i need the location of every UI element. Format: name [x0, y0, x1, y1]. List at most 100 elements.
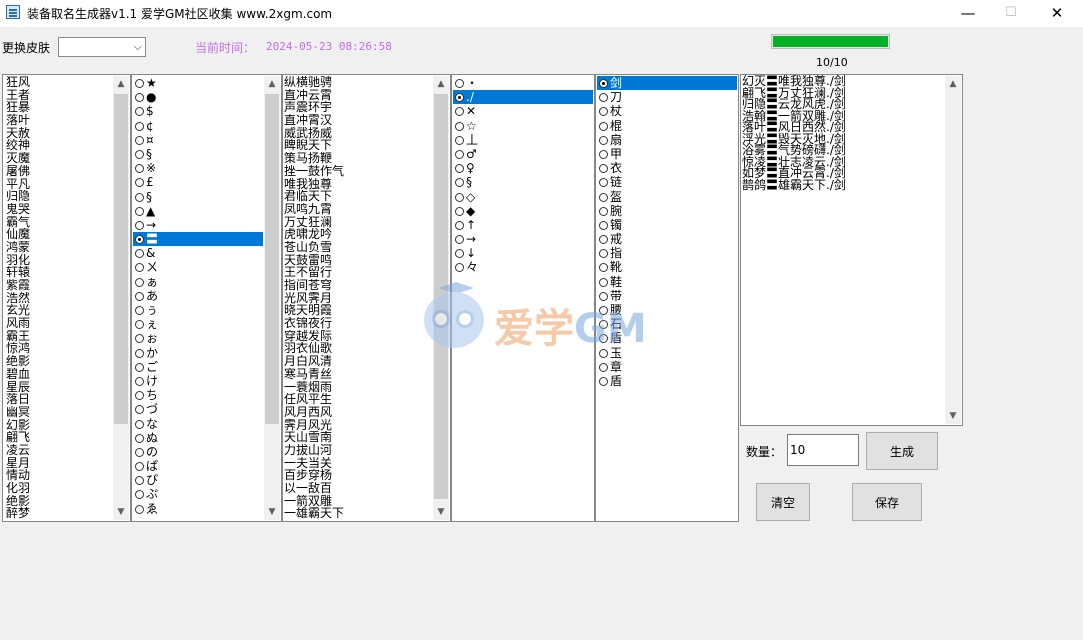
connector-option[interactable]: ./	[453, 90, 593, 105]
type-option[interactable]: 杖	[597, 104, 737, 118]
prefix-item[interactable]: 归隐	[4, 190, 112, 203]
save-button[interactable]: 保存	[852, 483, 922, 521]
name-item[interactable]: 羽衣仙歌	[284, 342, 432, 355]
name-item[interactable]: 光风霁月	[284, 292, 432, 305]
symbol-option[interactable]: ぬ	[133, 431, 263, 445]
symbol-option[interactable]: §	[133, 190, 263, 204]
name-item[interactable]: 天山雪南	[284, 431, 432, 444]
symbol-option[interactable]: §	[133, 147, 263, 161]
radio-icon[interactable]	[599, 362, 608, 372]
scroll-down-icon[interactable]: ▼	[113, 504, 129, 520]
name-item[interactable]: 唯我独尊	[284, 178, 432, 191]
symbol-option[interactable]: づ	[133, 402, 263, 416]
scroll-up-icon[interactable]: ▲	[264, 76, 280, 92]
prefix-item[interactable]: 狂暴	[4, 101, 112, 114]
symbol-option[interactable]: &	[133, 246, 263, 260]
prefix-item[interactable]: 霸王	[4, 330, 112, 343]
type-option[interactable]: 镯	[597, 218, 737, 232]
radio-icon[interactable]	[455, 121, 464, 131]
radio-icon[interactable]	[135, 462, 144, 472]
connector-option[interactable]: ↑	[453, 218, 593, 232]
prefix-list[interactable]: 狂风 王者 狂暴 落叶 天赦 绞神 灭魔 屠佛 平凡 归隐 鬼哭 霸气 仙魔 鸿蒙 羽化 轩辕 紫霞 浩然 玄光 风雨…	[2, 74, 131, 522]
type-option[interactable]: 链	[597, 175, 737, 189]
prefix-item[interactable]: 绞神	[4, 139, 112, 152]
radio-icon[interactable]	[599, 93, 608, 103]
symbol-option[interactable]: ぱ	[133, 459, 263, 473]
prefix-item[interactable]: 天赦	[4, 127, 112, 140]
radio-icon[interactable]	[135, 93, 144, 103]
radio-icon[interactable]	[455, 178, 464, 188]
symbol-option[interactable]: ●	[133, 90, 263, 104]
symbol-option[interactable]: ★	[133, 76, 263, 90]
prefix-item[interactable]: 轩辕	[4, 266, 112, 279]
radio-icon[interactable]	[455, 79, 464, 88]
radio-icon[interactable]	[455, 206, 464, 216]
symbol-option[interactable]: ぇ	[133, 317, 263, 331]
radio-icon[interactable]	[135, 249, 144, 259]
radio-icon[interactable]	[455, 135, 464, 145]
radio-icon[interactable]	[599, 249, 608, 259]
radio-icon[interactable]	[135, 348, 144, 358]
connector-option[interactable]: ↓	[453, 246, 593, 260]
prefix-item[interactable]: 落叶	[4, 114, 112, 127]
name-item[interactable]: 穿越发际	[284, 330, 432, 343]
symbol-option[interactable]: ぴ	[133, 473, 263, 487]
type-option[interactable]: 棍	[597, 119, 737, 133]
prefix-item[interactable]: 王者	[4, 89, 112, 102]
prefix-item[interactable]: 落日	[4, 393, 112, 406]
prefix-item[interactable]: 鸿蒙	[4, 241, 112, 254]
radio-icon[interactable]	[135, 419, 144, 429]
scroll-down-icon[interactable]: ▼	[264, 504, 280, 520]
name-item[interactable]: 万丈狂澜	[284, 216, 432, 229]
prefix-item[interactable]: 化羽	[4, 482, 112, 495]
type-option[interactable]: 剑	[597, 76, 737, 91]
radio-icon[interactable]	[135, 376, 144, 386]
scroll-down-icon[interactable]: ▼	[945, 408, 961, 424]
connector-option[interactable]: ・	[453, 76, 593, 90]
connector-option[interactable]: ◆	[453, 204, 593, 218]
prefix-item[interactable]: 绝影	[4, 355, 112, 368]
radio-icon[interactable]	[135, 164, 144, 174]
radio-icon[interactable]	[135, 107, 144, 117]
name-item[interactable]: 风月西风	[284, 406, 432, 419]
name-item[interactable]: 策马扬鞭	[284, 152, 432, 165]
prefix-item[interactable]: 凌云	[4, 444, 112, 457]
name-item[interactable]: 霁月风光	[284, 419, 432, 432]
radio-icon[interactable]	[135, 263, 144, 273]
type-option[interactable]: 盔	[597, 190, 737, 204]
prefix-item[interactable]: 霸气	[4, 216, 112, 229]
name-item[interactable]: 力拔山河	[284, 444, 432, 457]
prefix-item[interactable]: 醉梦	[4, 507, 112, 520]
type-option[interactable]: 盾	[597, 374, 737, 388]
prefix-item[interactable]: 玄光	[4, 304, 112, 317]
scroll-thumb[interactable]	[265, 94, 279, 424]
name-item[interactable]: 一蓑烟雨	[284, 381, 432, 394]
clear-button[interactable]: 清空	[756, 483, 810, 521]
radio-icon[interactable]	[135, 291, 144, 301]
name-item[interactable]: 睥睨天下	[284, 139, 432, 152]
connector-option[interactable]: →	[453, 232, 593, 246]
name-item[interactable]: 寒马青丝	[284, 368, 432, 381]
name-item[interactable]: 一夫当关	[284, 457, 432, 470]
radio-icon[interactable]	[135, 362, 144, 372]
radio-icon[interactable]	[135, 405, 144, 415]
connector-option[interactable]: ♀	[453, 161, 593, 175]
name-item[interactable]: 任风平生	[284, 393, 432, 406]
skin-select[interactable]: ⌵	[58, 37, 146, 57]
radio-icon[interactable]	[599, 206, 608, 216]
connector-option[interactable]: §	[453, 175, 593, 189]
prefix-item[interactable]: 屠佛	[4, 165, 112, 178]
name-item[interactable]: 以一敌百	[284, 482, 432, 495]
prefix-item[interactable]: 灭魔	[4, 152, 112, 165]
radio-icon[interactable]	[599, 149, 608, 159]
prefix-item[interactable]: 绝影	[4, 495, 112, 508]
scroll-thumb[interactable]	[114, 94, 128, 424]
radio-icon[interactable]	[135, 135, 144, 145]
radio-icon[interactable]	[599, 192, 608, 202]
radio-icon[interactable]	[455, 93, 464, 103]
name-item[interactable]: 百步穿杨	[284, 469, 432, 482]
result-scrollbar[interactable]: ▲ ▼	[945, 76, 961, 424]
radio-icon[interactable]	[135, 121, 144, 131]
radio-icon[interactable]	[599, 121, 608, 131]
radio-icon[interactable]	[599, 376, 608, 386]
